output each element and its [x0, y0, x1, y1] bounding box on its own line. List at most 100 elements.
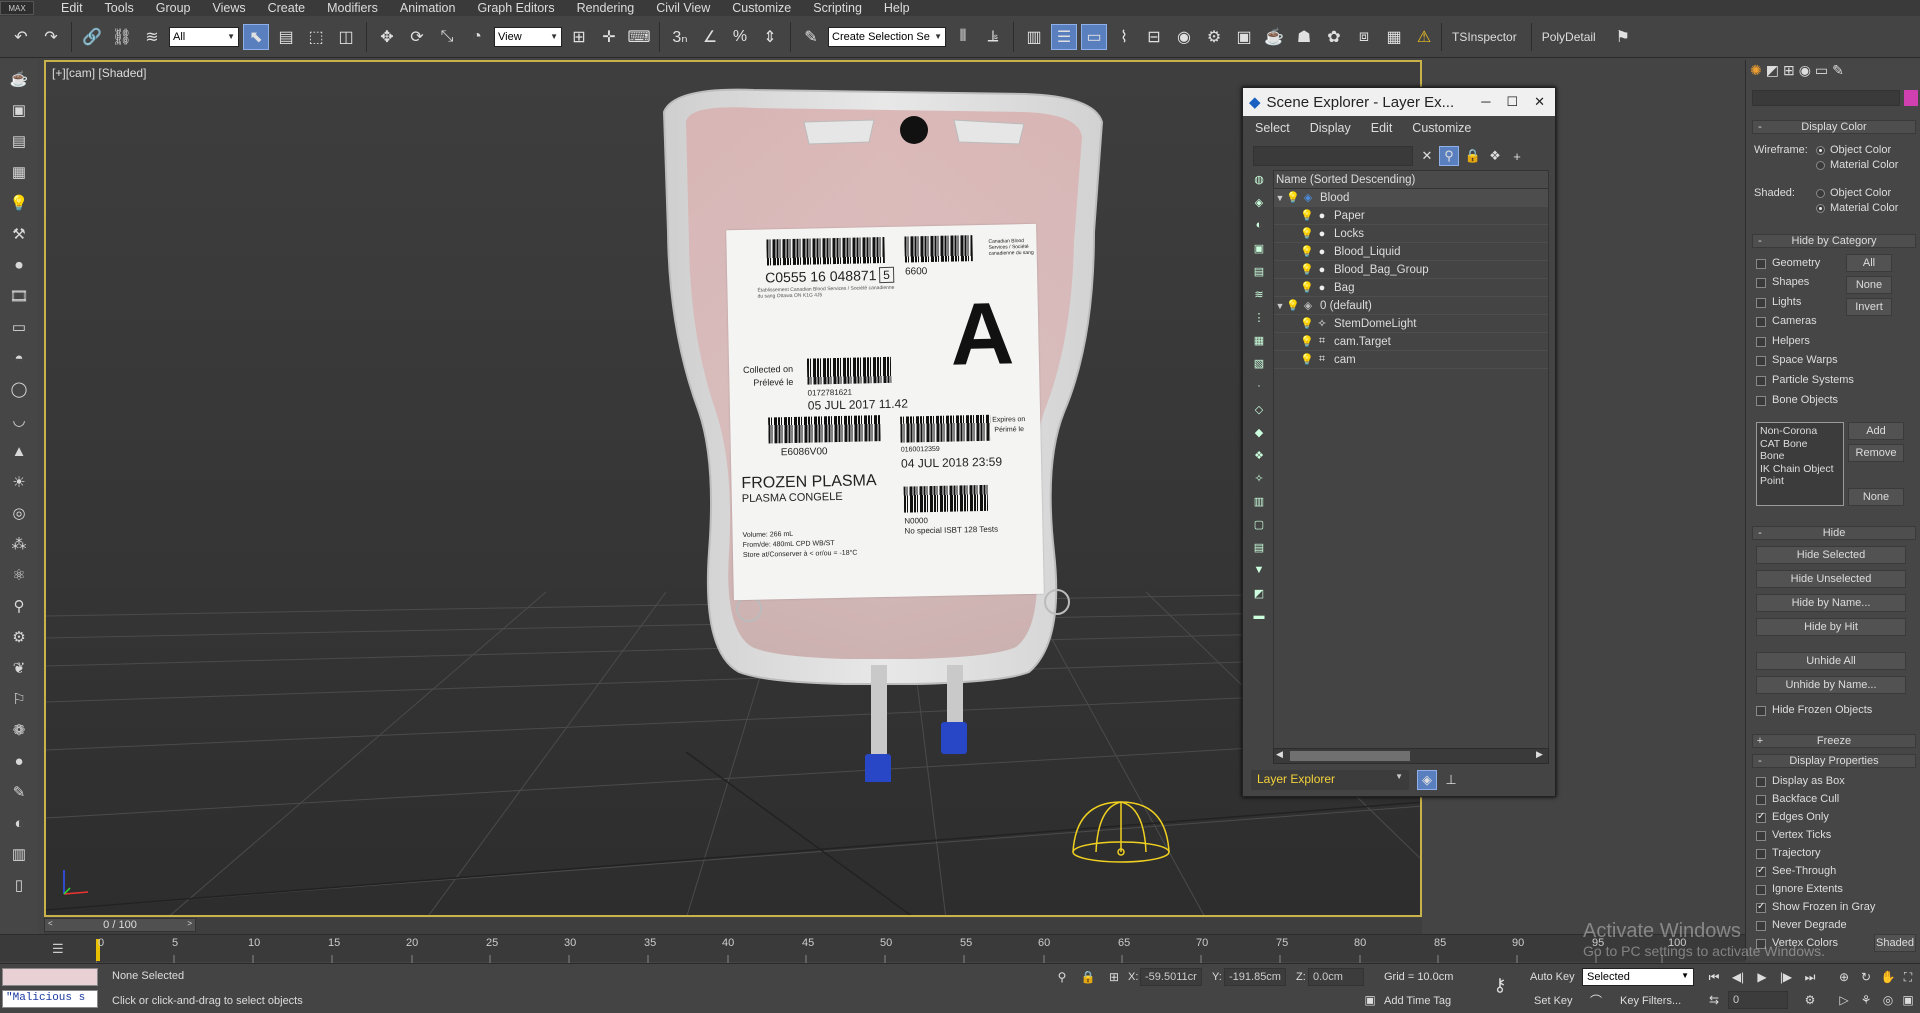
play-icon[interactable]: ▶ — [1752, 968, 1772, 986]
named-selection-select[interactable]: Create Selection Se ▼ — [828, 26, 946, 47]
tool-icon[interactable]: ⚒ — [6, 223, 32, 245]
time-slider[interactable]: < 0 / 100 > — [44, 918, 1422, 934]
scroll-right-icon[interactable]: ▶ — [1536, 749, 1543, 760]
undo-icon[interactable]: ↶ — [8, 24, 34, 50]
render-active-icon[interactable]: ✿ — [1321, 24, 1347, 50]
prev-frame-icon[interactable]: < — [45, 919, 53, 928]
list-item[interactable]: CAT Bone — [1760, 438, 1840, 451]
minimize-icon[interactable]: ─ — [1481, 94, 1490, 110]
menu-customize[interactable]: Customize — [721, 0, 802, 16]
filter-spacewarps-icon[interactable]: ≋ — [1250, 285, 1268, 303]
tree-row-cam-target[interactable]: 💡 ⌗ cam.Target — [1274, 333, 1548, 351]
viewport-toggle-icon[interactable]: ▣ — [1898, 991, 1918, 1009]
particles-icon[interactable]: ⁂ — [6, 533, 32, 555]
tsinspector-button[interactable]: TSInspector — [1441, 22, 1527, 51]
plane-icon[interactable]: ▭ — [6, 316, 32, 338]
ignore-extents-checkbox[interactable] — [1756, 885, 1766, 895]
toggle-scene-explorer-icon[interactable]: ☰ — [1051, 23, 1077, 50]
particle-systems-checkbox[interactable] — [1756, 376, 1766, 386]
sun-icon[interactable]: ☀ — [6, 471, 32, 493]
torus-icon[interactable]: ◎ — [6, 502, 32, 524]
maxscript-listener-mini[interactable] — [2, 968, 98, 986]
teapot-icon[interactable]: ☕ — [6, 68, 32, 90]
scene-explorer-search-input[interactable] — [1253, 146, 1413, 166]
pivot-center-icon[interactable]: ⊞ — [566, 24, 592, 50]
tree-row-blood-liquid[interactable]: 💡 ● Blood_Liquid — [1274, 243, 1548, 261]
select-by-name-icon[interactable]: ▤ — [273, 24, 299, 50]
wireframe-material-color-radio[interactable] — [1816, 161, 1825, 170]
se-menu-select[interactable]: Select — [1255, 121, 1290, 135]
object-name-field[interactable] — [1752, 90, 1900, 106]
unhide-by-name-button[interactable]: Unhide by Name... — [1756, 676, 1906, 694]
hierarchy-tab-icon[interactable]: ⊞ — [1783, 62, 1795, 84]
cameras-checkbox[interactable] — [1756, 317, 1766, 327]
go-to-end-icon[interactable]: ⏭ — [1800, 968, 1820, 986]
mirror-icon[interactable]: ⫴ — [950, 24, 976, 50]
create-tab-icon[interactable]: ✺ — [1750, 62, 1762, 84]
snap-icon[interactable]: 3ₙ — [667, 24, 693, 50]
tree-row-paper[interactable]: 💡 ● Paper — [1274, 207, 1548, 225]
tree-row-default-layer[interactable]: ▼ 💡 ◈ 0 (default) — [1274, 297, 1548, 315]
filter-xrefs-icon[interactable]: ▦ — [1250, 331, 1268, 349]
visibility-bulb-icon[interactable]: 💡 — [1300, 281, 1314, 294]
render-iterative-icon[interactable]: ☗ — [1291, 24, 1317, 50]
menu-scripting[interactable]: Scripting — [802, 0, 873, 16]
edges-only-checkbox[interactable] — [1756, 811, 1766, 823]
filter-groups-icon[interactable]: ⋮ — [1250, 308, 1268, 326]
auto-key-button[interactable]: Auto Key — [1530, 971, 1575, 983]
category-none-button[interactable]: None — [1846, 276, 1892, 294]
render-setup-icon[interactable]: ⚙ — [1201, 24, 1227, 50]
scrollbar-thumb[interactable] — [1290, 751, 1410, 761]
display-influences-icon[interactable]: ▤ — [1250, 538, 1268, 556]
backface-cull-checkbox[interactable] — [1756, 795, 1766, 805]
edit-icon[interactable]: ✎ — [6, 781, 32, 803]
menu-civil-view[interactable]: Civil View — [645, 0, 721, 16]
menu-views[interactable]: Views — [201, 0, 256, 16]
x-coordinate-field[interactable]: -59.5011cr — [1140, 968, 1202, 986]
display-all-icon[interactable]: · — [1250, 377, 1268, 395]
list-item[interactable]: Bone — [1760, 450, 1840, 463]
record-icon[interactable]: ⏺ — [6, 254, 32, 276]
menu-graph-editors[interactable]: Graph Editors — [466, 0, 565, 16]
walkthrough-icon[interactable]: ⚘ — [1856, 991, 1876, 1009]
render-preset-icon[interactable]: ▦ — [1381, 24, 1407, 50]
globe-icon[interactable]: ◐ — [6, 812, 32, 834]
fov-icon[interactable]: ▷ — [1834, 991, 1854, 1009]
sync-selection-icon[interactable]: ▥ — [1250, 492, 1268, 510]
edit-named-selection-icon[interactable]: ✎ — [798, 24, 824, 50]
filter-bones-icon[interactable]: ▧ — [1250, 354, 1268, 372]
move-icon[interactable]: ✥ — [374, 24, 400, 50]
unlink-icon[interactable]: ⛓ — [109, 24, 135, 50]
percent-snap-icon[interactable]: % — [727, 24, 753, 50]
filter-geometry-icon[interactable]: ◍ — [1250, 170, 1268, 188]
previous-frame-icon[interactable]: ◀| — [1728, 968, 1748, 986]
bone-objects-checkbox[interactable] — [1756, 396, 1766, 406]
see-through-checkbox[interactable] — [1756, 865, 1766, 877]
maximize-viewport-icon[interactable]: ⛶ — [1898, 968, 1918, 986]
toggle-ribbon-icon[interactable]: ▭ — [1081, 23, 1107, 50]
unhide-all-button[interactable]: Unhide All — [1756, 652, 1906, 670]
vertex-ticks-checkbox[interactable] — [1756, 831, 1766, 841]
visibility-bulb-icon[interactable]: 💡 — [1300, 353, 1314, 366]
track-bar[interactable]: ☰ 0 5 10 15 20 25 30 35 40 45 50 55 60 6… — [0, 934, 1745, 963]
filter-icon[interactable]: ▼ — [1250, 561, 1268, 579]
app-logo[interactable]: MAX — [0, 1, 34, 15]
hierarchy-explorer-icon[interactable]: ⊥ — [1441, 770, 1461, 790]
filter-helpers-icon[interactable]: ▤ — [1250, 262, 1268, 280]
category-list-none-button[interactable]: None — [1848, 488, 1904, 506]
key-filters-button[interactable]: Key Filters... — [1620, 995, 1681, 1007]
material-icon[interactable]: ❁ — [6, 719, 32, 741]
category-invert-button[interactable]: Invert — [1846, 298, 1892, 316]
z-coordinate-field[interactable]: 0.0cm — [1308, 968, 1364, 986]
maxscript-input[interactable]: "Malicious s — [2, 990, 98, 1008]
save-icon[interactable]: ▯ — [6, 874, 32, 896]
go-to-start-icon[interactable]: ⏮ — [1704, 968, 1724, 986]
selection-lock-icon[interactable]: 🔒 — [1078, 968, 1098, 986]
bowl-icon[interactable]: ◡ — [6, 409, 32, 431]
add-category-button[interactable]: Add — [1848, 422, 1904, 440]
time-tag-icon[interactable]: ▣ — [1360, 991, 1380, 1009]
grid-icon[interactable]: ▦ — [6, 161, 32, 183]
visibility-bulb-icon[interactable]: 💡 — [1286, 299, 1300, 312]
isolate-selection-icon[interactable]: ⚲ — [1052, 968, 1072, 986]
hide-frozen-checkbox[interactable] — [1756, 706, 1766, 716]
